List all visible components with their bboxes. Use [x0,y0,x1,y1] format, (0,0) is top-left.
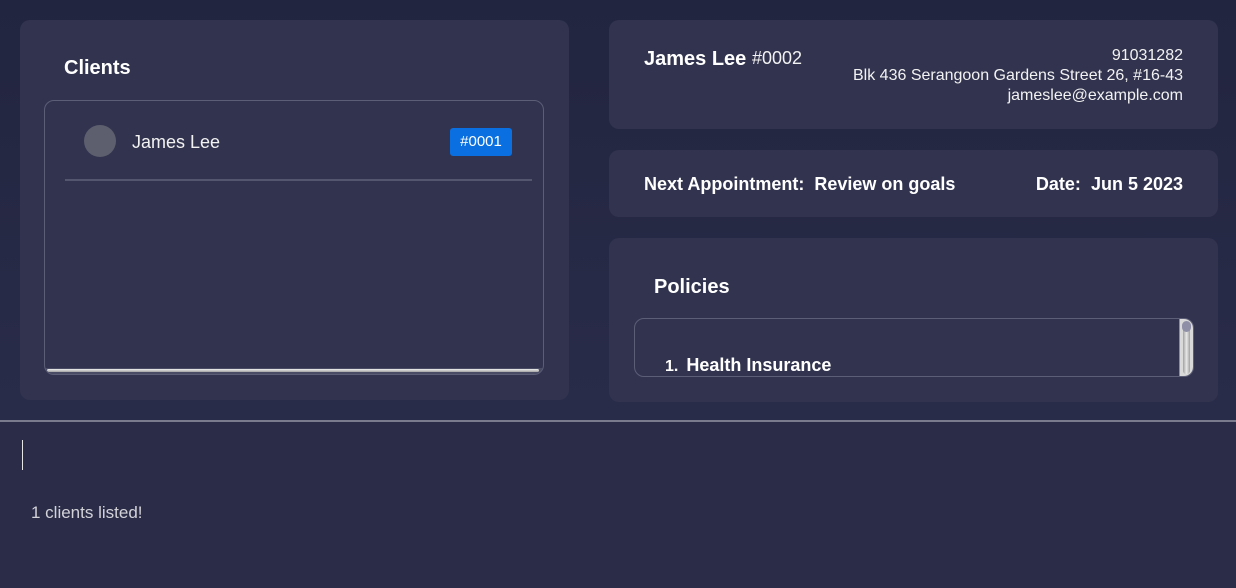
result-display: 1 clients listed! [31,503,143,522]
appointment-date-label: Date: [1035,174,1081,194]
policies-title: Policies [654,276,730,298]
command-area: 1 clients listed! [0,422,1236,588]
scrollbar-knob[interactable] [1182,321,1191,332]
contact-address: Blk 436 Serangoon Gardens Street 26, #16… [853,67,1183,84]
scrollbar-thumb[interactable] [47,369,539,372]
client-name: James Lee [132,132,221,152]
text-caret [22,440,23,470]
contact-name: James Lee [644,48,747,70]
policy-list[interactable]: 1. Health Insurance [634,318,1194,377]
contact-email: jameslee@example.com [1007,87,1183,104]
avatar [84,125,116,157]
client-id-tag: #0001 [450,128,512,156]
client-list-scrollbar[interactable] [45,368,543,374]
appointment-date: Date: Jun 5 2023 [1036,174,1183,195]
policy-item[interactable]: 1. Health Insurance [665,355,831,376]
client-list[interactable]: James Lee #0001 [44,100,544,375]
policies-panel: Policies 1. Health Insurance [609,238,1218,402]
command-input[interactable] [18,434,1218,474]
clients-title: Clients [64,57,131,79]
policy-index: 1. [665,358,679,375]
clients-panel: Clients James Lee #0001 [20,20,569,400]
policy-name: Health Insurance [686,355,832,375]
client-card[interactable]: James Lee #0001 [65,101,532,181]
next-appointment: Next Appointment: Review on goals [644,174,955,195]
appointment-panel: Next Appointment: Review on goals Date: … [609,150,1218,217]
next-appointment-label: Next Appointment: [644,174,805,194]
appointment-date-value: Jun 5 2023 [1090,174,1183,194]
main-area: Clients James Lee #0001 James Lee #0002 … [0,0,1236,421]
next-appointment-value: Review on goals [814,174,956,194]
contact-info: 91031282 Blk 436 Serangoon Gardens Stree… [853,46,1183,106]
contact-panel: James Lee #0002 91031282 Blk 436 Serango… [609,20,1218,129]
policy-list-scrollbar[interactable] [1179,319,1193,376]
contact-id: #0002 [752,48,803,68]
command-box[interactable] [18,434,1218,474]
contact-phone: 91031282 [1111,47,1183,64]
